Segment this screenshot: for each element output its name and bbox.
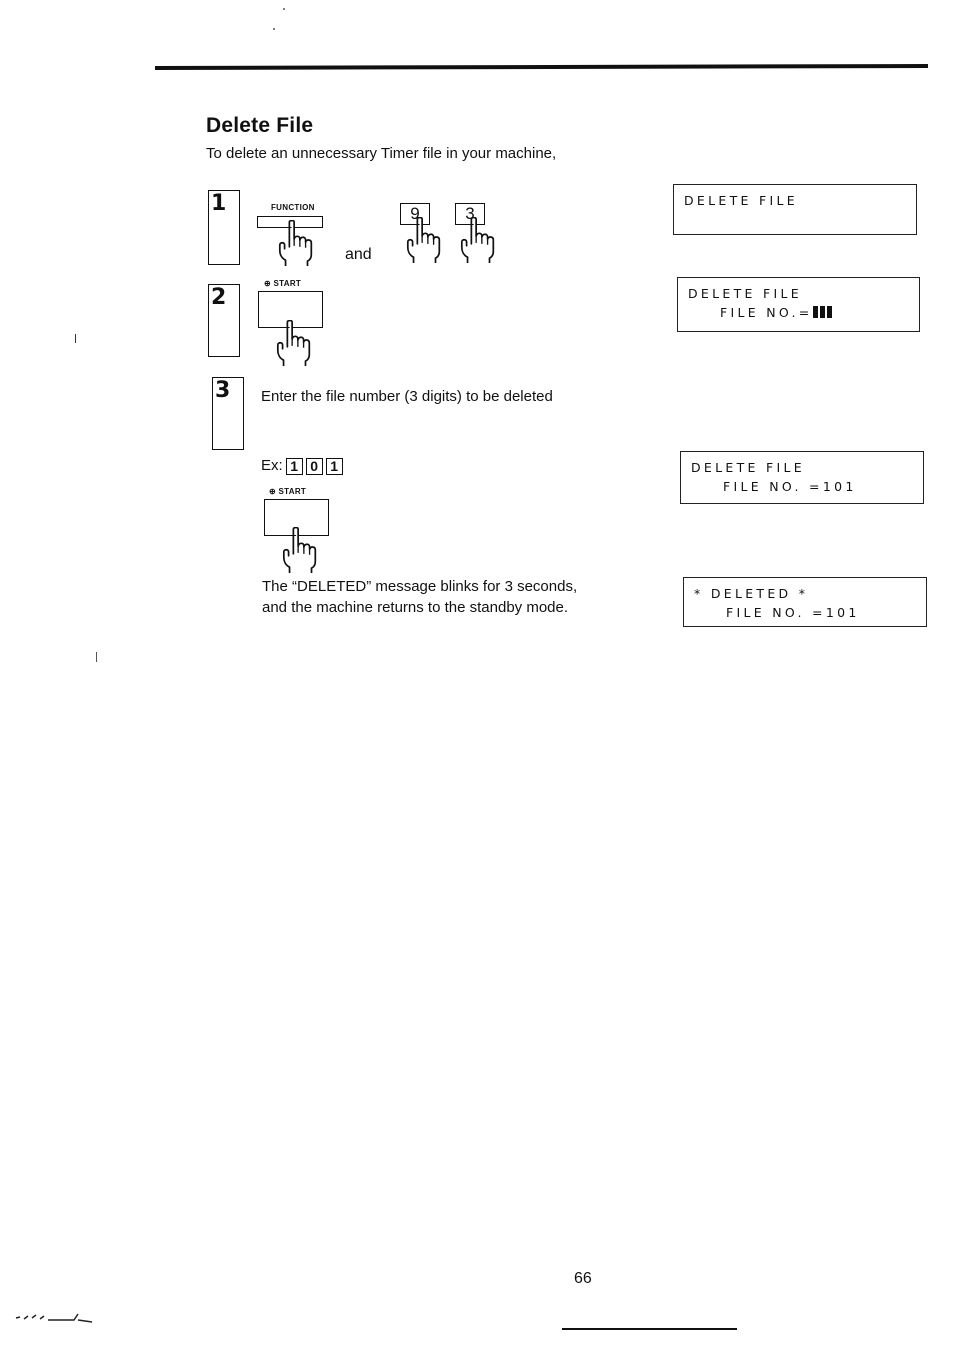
step-2-marker: 2	[208, 284, 240, 357]
scan-smudge	[15, 1313, 93, 1323]
digit-key-0[interactable]: 0	[305, 457, 323, 475]
lcd-line-2: FILE NO.=	[688, 303, 909, 323]
hand-pointing-finger-icon	[276, 220, 318, 266]
lcd-display-1: DELETE FILE	[673, 184, 917, 235]
header-rule	[155, 63, 928, 71]
scan-artifact	[283, 8, 285, 10]
example-keys: Ex: 1 0 1	[261, 455, 343, 476]
step-3-marker: 3	[212, 377, 244, 450]
digit-key-1[interactable]: 1	[285, 457, 303, 475]
result-line-1: The “DELETED” message blinks for 3 secon…	[262, 578, 578, 595]
hand-pointing-finger-icon	[280, 527, 322, 573]
function-key-label: FUNCTION	[271, 203, 315, 212]
step-2-number: 2	[211, 285, 227, 310]
step-1-number: 1	[211, 191, 227, 216]
lcd-display-4: * DELETED * FILE NO. =101	[683, 577, 927, 627]
step-3-instruction: Enter the file number (3 digits) to be d…	[261, 388, 553, 405]
lcd-line-1: DELETE FILE	[684, 193, 798, 208]
scan-artifact	[96, 652, 97, 662]
step-3-number: 3	[215, 378, 231, 403]
lcd-line-2: FILE NO. =101	[723, 479, 857, 494]
digit-key-1[interactable]: 1	[325, 457, 343, 475]
scan-artifact	[273, 28, 275, 30]
footer-rule	[562, 1328, 737, 1330]
hand-pointing-finger-icon	[458, 217, 500, 263]
section-title: Delete File	[206, 114, 314, 137]
lcd-display-3: DELETE FILE FILE NO. =101	[680, 451, 924, 504]
hand-pointing-finger-icon	[274, 320, 316, 366]
result-line-2: and the machine returns to the standby m…	[262, 599, 569, 616]
lcd-display-2: DELETE FILE FILE NO.=	[677, 277, 920, 332]
lcd-line-1: DELETE FILE	[688, 286, 802, 301]
scan-artifact	[75, 334, 76, 343]
start-key-label: ⊕ START	[264, 279, 302, 288]
lcd-line-1: DELETE FILE	[691, 460, 805, 475]
step-1-marker: 1	[208, 190, 240, 265]
lcd-line-1: * DELETED *	[694, 586, 809, 601]
lcd-line-2-text: FILE NO.=	[720, 305, 813, 320]
page-number: 66	[574, 1270, 592, 1287]
lcd-line-2: FILE NO. =101	[726, 605, 860, 620]
example-prefix: Ex:	[261, 457, 283, 474]
start-key-label: ⊕ START	[269, 487, 307, 496]
and-connector: and	[345, 246, 372, 263]
hand-pointing-finger-icon	[404, 217, 446, 263]
section-intro: To delete an unnecessary Timer file in y…	[206, 145, 557, 162]
result-text: The “DELETED” message blinks for 3 secon…	[262, 576, 577, 618]
cursor-block-icons	[812, 304, 834, 323]
